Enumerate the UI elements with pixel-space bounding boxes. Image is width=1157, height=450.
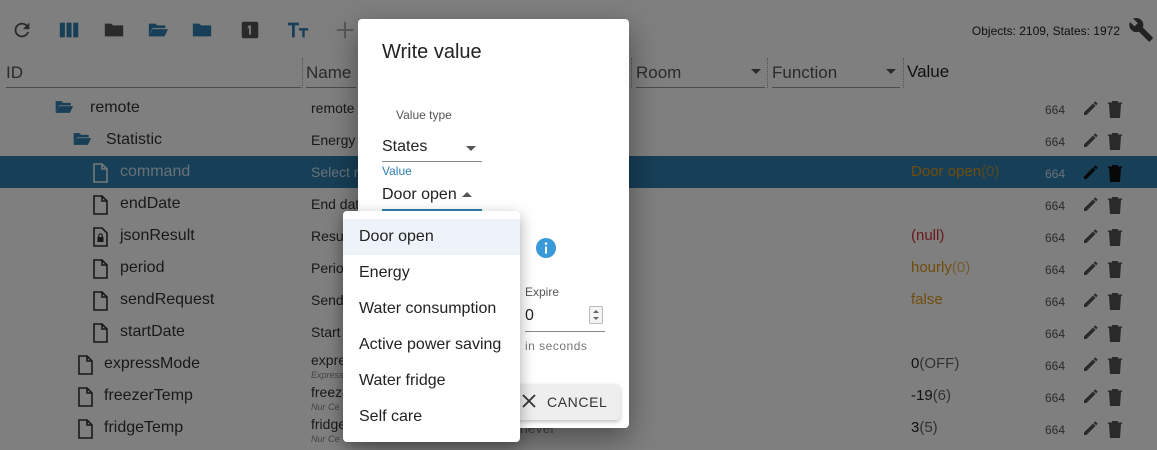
menu-item-option[interactable]: Self care	[343, 399, 520, 435]
info-icon[interactable]	[536, 238, 556, 258]
dialog-title: Write value	[382, 41, 482, 63]
menu-item-option[interactable]: Active power saving	[343, 327, 520, 363]
number-spinner-icon[interactable]	[589, 306, 603, 324]
cancel-button-label: CANCEL	[547, 394, 608, 410]
value-dropdown-menu: Door open Energy Water consumption Active p…	[343, 211, 520, 442]
value-select[interactable]: Door open	[382, 184, 482, 211]
menu-item-option[interactable]: Energy	[343, 255, 520, 291]
expire-help-text: in seconds	[525, 339, 588, 353]
value-type-select[interactable]: States	[382, 136, 482, 162]
cancel-button[interactable]: CANCEL	[510, 384, 620, 420]
chevron-down-icon	[466, 146, 476, 151]
menu-item-option[interactable]: Door open	[343, 219, 520, 255]
expire-input[interactable]: 0	[525, 305, 605, 332]
expire-label: Expire	[525, 285, 560, 299]
close-icon	[522, 394, 536, 408]
value-label: Value	[382, 164, 412, 178]
expire-value: 0	[525, 307, 534, 324]
value-type-selected: States	[382, 138, 428, 155]
value-type-label: Value type	[396, 108, 452, 122]
chevron-up-icon	[462, 192, 472, 197]
value-selected: Door open	[382, 186, 457, 203]
menu-item-option[interactable]: Water consumption	[343, 291, 520, 327]
menu-item-option[interactable]: Water fridge	[343, 363, 520, 399]
